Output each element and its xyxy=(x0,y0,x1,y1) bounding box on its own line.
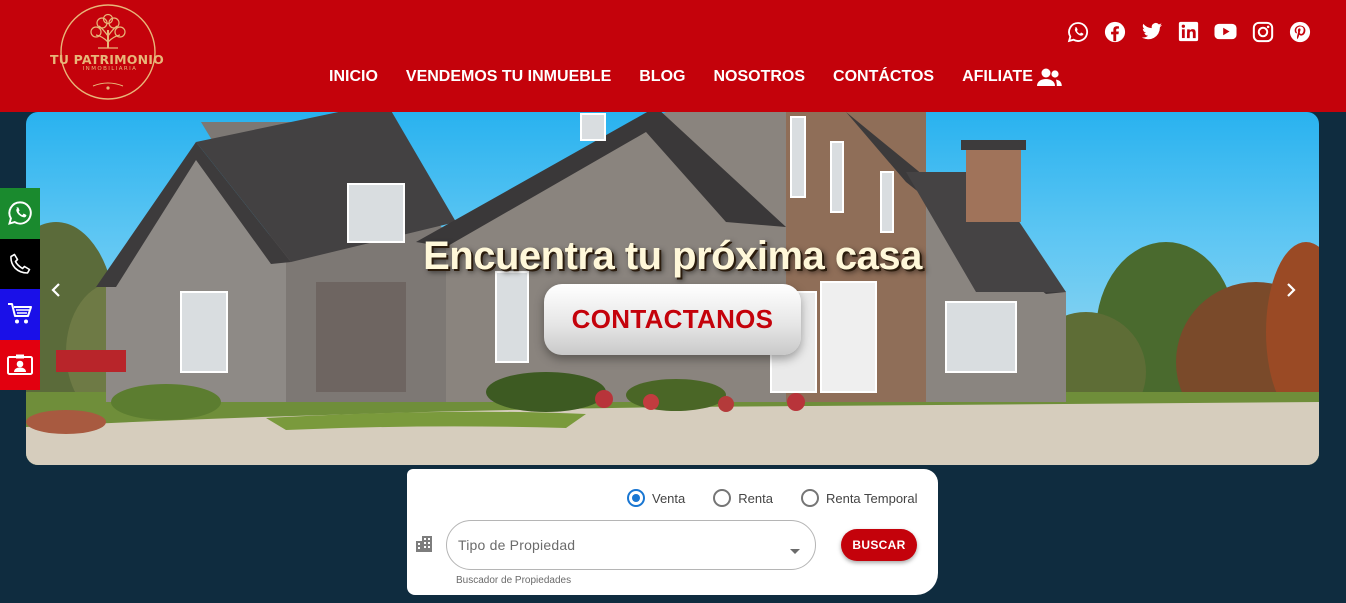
radio-renta-label: Renta xyxy=(738,490,773,506)
search-helper-text: Buscador de Propiedades xyxy=(456,575,572,586)
radio-renta-temporal[interactable]: Renta Temporal xyxy=(800,489,918,507)
instagram-icon[interactable] xyxy=(1251,20,1274,43)
radio-circle[interactable] xyxy=(627,489,645,507)
floating-cart-button[interactable] xyxy=(0,289,40,340)
building-icon xyxy=(416,536,434,557)
hero-title: Encuentra tu próxima casa xyxy=(423,234,922,278)
nav-contactos[interactable]: CONTÁCTOS xyxy=(833,68,934,86)
contact-cta-button[interactable]: CONTACTANOS xyxy=(544,284,801,355)
nav-inicio[interactable]: INICIO xyxy=(329,68,378,86)
twitter-icon[interactable] xyxy=(1140,20,1163,43)
radio-renta-temporal-label: Renta Temporal xyxy=(825,490,918,506)
main-nav: INICIO VENDEMOS TU INMUEBLE BLOG NOSOTRO… xyxy=(329,66,1063,88)
cart-icon xyxy=(8,303,32,324)
facebook-icon[interactable] xyxy=(1103,20,1126,43)
radio-circle[interactable] xyxy=(713,489,732,507)
nav-vendemos-tu-inmueble[interactable]: VENDEMOS TU INMUEBLE xyxy=(406,68,611,86)
social-links xyxy=(1066,20,1311,43)
property-type-placeholder: Tipo de Propiedad xyxy=(458,537,576,553)
brand-name: TU PATRIMONIO xyxy=(50,52,164,67)
nav-afiliate-label: AFILIATE xyxy=(962,68,1033,85)
whatsapp-icon xyxy=(8,201,32,226)
add-users-icon xyxy=(1035,66,1063,88)
pinterest-icon[interactable] xyxy=(1288,20,1311,43)
floating-phone-button[interactable] xyxy=(0,238,40,289)
dropdown-caret-icon xyxy=(790,542,800,560)
phone-icon xyxy=(10,253,31,274)
brand-subtitle: INMOBILIARIA xyxy=(82,66,138,72)
floating-contact-card-button[interactable] xyxy=(0,339,40,390)
whatsapp-icon[interactable] xyxy=(1066,20,1089,43)
nav-nosotros[interactable]: NOSOTROS xyxy=(713,68,805,86)
youtube-icon[interactable] xyxy=(1214,20,1237,43)
property-search-card: Venta Renta Renta Temporal Tipo de Propi… xyxy=(407,469,938,595)
carousel-prev-arrow-icon[interactable] xyxy=(46,280,66,300)
carousel-next-arrow-icon[interactable] xyxy=(1281,280,1301,300)
nav-afiliate[interactable]: AFILIATE xyxy=(962,66,1063,88)
floating-contact-bar xyxy=(0,188,40,390)
site-header: TU PATRIMONIO INMOBILIARIA INICIO VENDEM… xyxy=(0,0,1346,112)
floating-whatsapp-button[interactable] xyxy=(0,188,40,239)
search-button[interactable]: BUSCAR xyxy=(841,529,917,561)
nav-blog[interactable]: BLOG xyxy=(639,68,685,86)
brand-logo[interactable]: TU PATRIMONIO INMOBILIARIA xyxy=(48,2,168,102)
radio-venta[interactable]: Venta xyxy=(627,489,685,507)
operation-radio-group: Venta Renta Renta Temporal xyxy=(627,489,918,507)
radio-venta-label: Venta xyxy=(652,490,686,506)
hero-carousel: Encuentra tu próxima casa CONTACTANOS xyxy=(26,112,1319,465)
radio-renta[interactable]: Renta xyxy=(713,489,773,507)
radio-circle[interactable] xyxy=(800,489,819,507)
linkedin-icon[interactable] xyxy=(1177,20,1200,43)
property-type-select[interactable]: Tipo de Propiedad xyxy=(446,520,816,570)
contact-card-icon xyxy=(7,354,33,375)
